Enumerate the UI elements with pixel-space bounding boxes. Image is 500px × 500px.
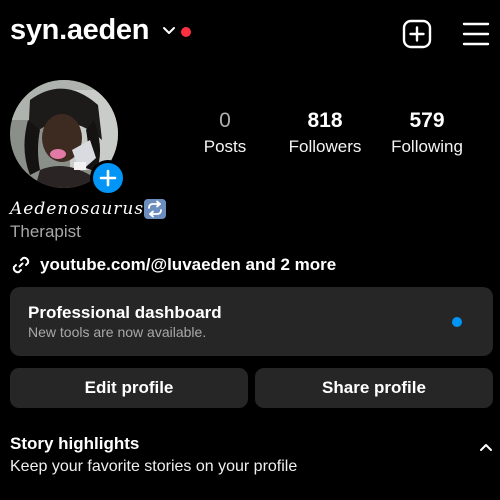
menu-hamburger-icon[interactable] [462, 21, 490, 47]
story-highlights-title: Story highlights [10, 434, 140, 453]
dashboard-subtitle: New tools are now available. [28, 324, 207, 340]
edit-profile-button[interactable]: Edit profile [10, 368, 248, 408]
posts-stat[interactable]: 0 Posts [170, 110, 280, 157]
followers-stat[interactable]: 818 Followers [270, 110, 380, 157]
repost-icon [144, 199, 166, 219]
chevron-up-icon[interactable] [478, 440, 494, 454]
story-highlights-subtitle: Keep your favorite stories on your profi… [10, 458, 298, 475]
new-indicator-dot [452, 317, 462, 327]
posts-count: 0 [219, 109, 231, 132]
add-story-button[interactable] [90, 160, 126, 196]
bio-link[interactable]: youtube.com/@luvaeden and 2 more [40, 255, 336, 275]
display-name: Aedenosaurus [10, 199, 145, 219]
followers-count: 818 [307, 109, 343, 132]
following-label: Following [391, 137, 463, 156]
notification-dot [181, 27, 191, 37]
create-plus-icon[interactable] [402, 19, 432, 49]
followers-label: Followers [288, 137, 362, 156]
share-profile-button[interactable]: Share profile [255, 368, 493, 408]
following-stat[interactable]: 579 Following [372, 110, 482, 157]
category-label: Therapist [10, 222, 81, 241]
username-switcher[interactable]: syn.aeden [10, 14, 149, 47]
link-icon [12, 256, 30, 274]
plus-icon [99, 169, 117, 187]
following-count: 579 [409, 109, 445, 132]
posts-label: Posts [203, 137, 247, 156]
chevron-down-icon[interactable] [162, 24, 176, 38]
dashboard-title: Professional dashboard [28, 303, 222, 322]
